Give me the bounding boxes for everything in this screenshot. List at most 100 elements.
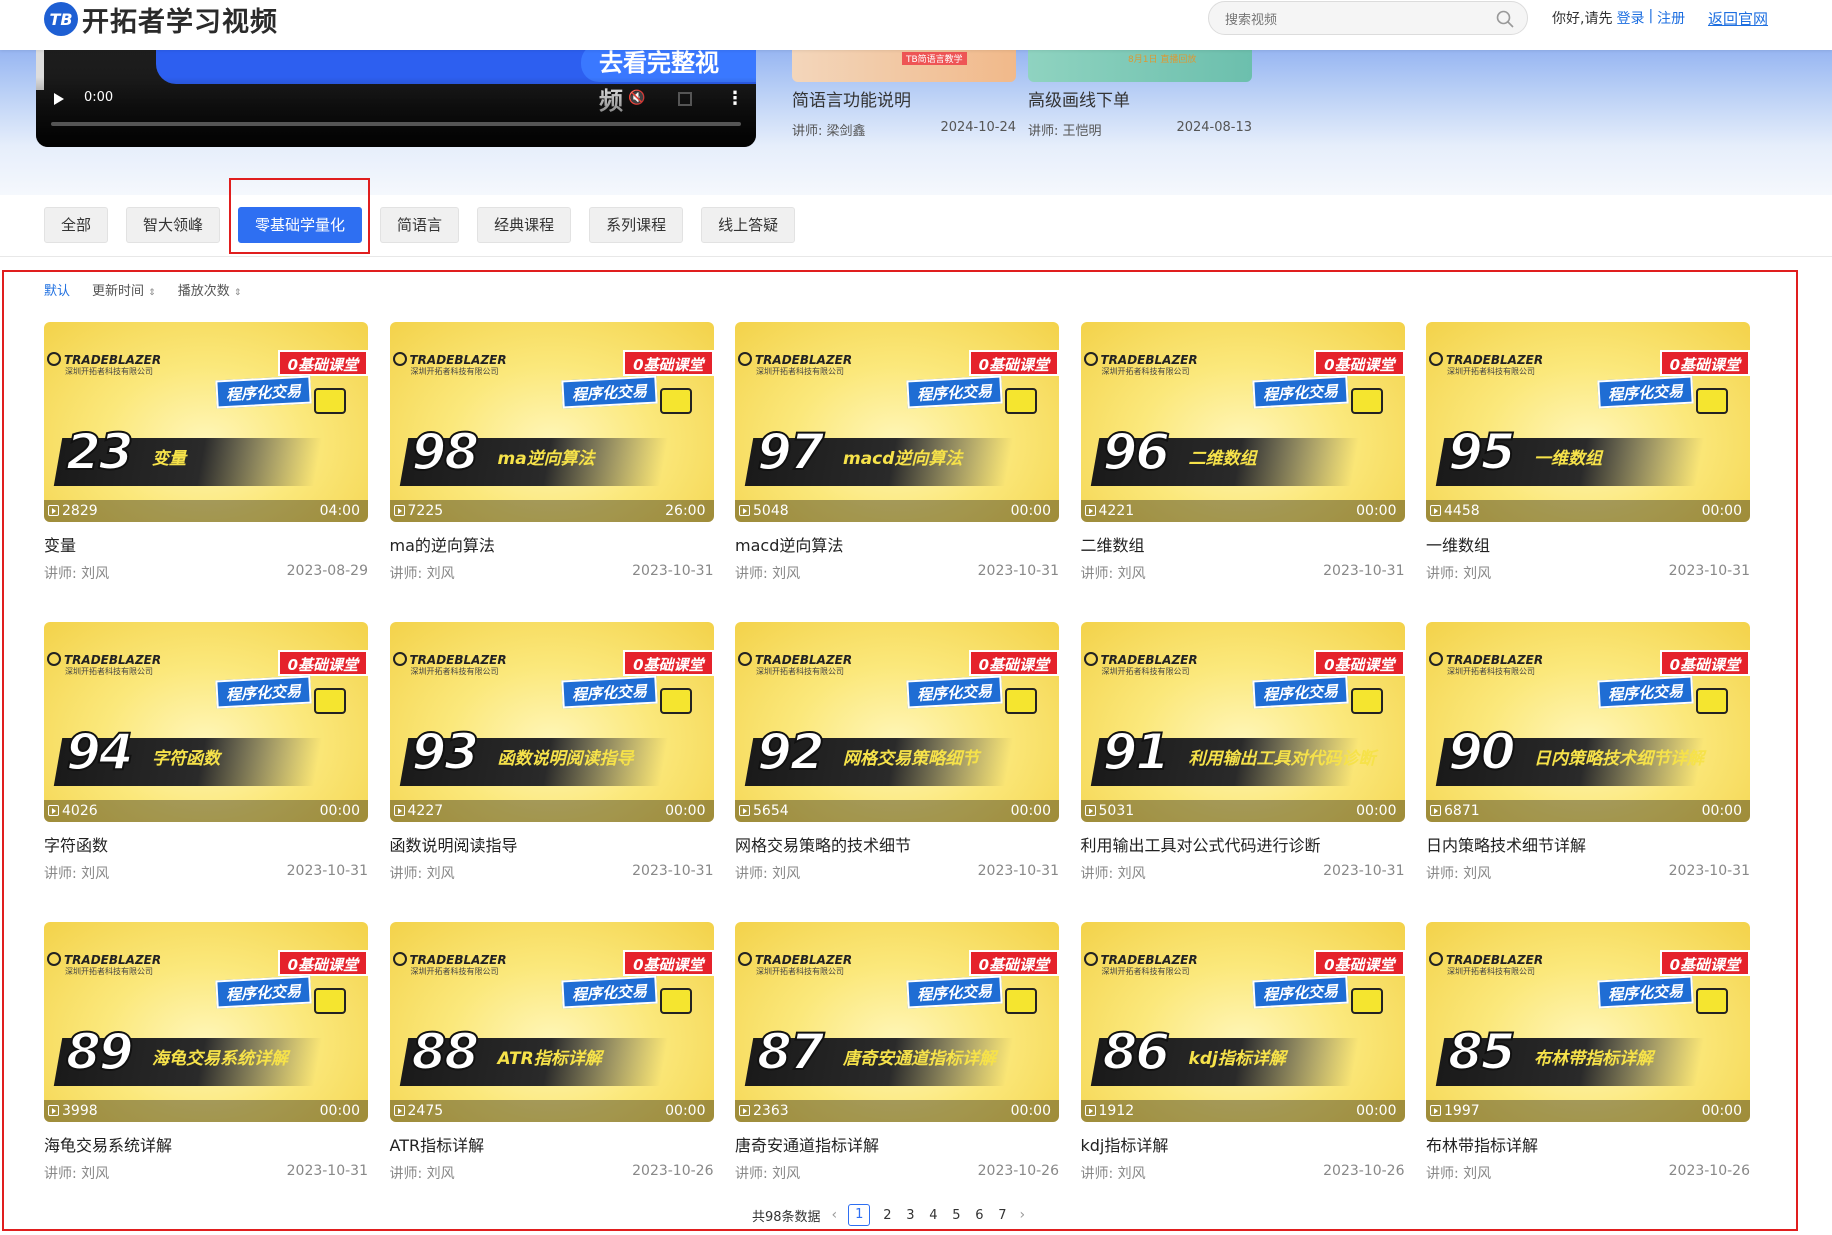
video-title[interactable]: 网格交易策略的技术细节 <box>735 832 911 856</box>
video-title[interactable]: 布林带指标详解 <box>1426 1132 1538 1156</box>
video-thumbnail[interactable]: TRADEBLAZER 深圳开拓者科技有限公司 0基础课堂 程序化交易 88 ATR指标详… <box>389 922 714 1122</box>
fullscreen-icon[interactable] <box>678 92 692 106</box>
tab-series-courses[interactable]: 系列课程 <box>589 207 684 243</box>
video-thumbnail[interactable]: TRADEBLAZER 深圳开拓者科技有限公司 0基础课堂 程序化交易 86 kdj指标详… <box>1080 922 1405 1122</box>
program-trading-badge: 程序化交易 <box>1597 975 1694 1009</box>
program-trading-badge: 程序化交易 <box>1251 975 1349 1009</box>
video-title[interactable]: ma的逆向算法 <box>390 532 495 556</box>
video-card[interactable]: TRADEBLAZER 深圳开拓者科技有限公司 0基础课堂 程序化交易 96 二维数组 42… <box>1080 322 1405 592</box>
video-duration: 00:00 <box>1356 1103 1397 1119</box>
page-button[interactable]: 3 <box>904 1208 916 1223</box>
thumbnail-footer: 7225 26:00 <box>389 500 714 522</box>
mute-icon[interactable]: 🔇 <box>628 90 646 108</box>
video-title[interactable]: 唐奇安通道指标详解 <box>735 1132 879 1156</box>
brand-subtitle: 深圳开拓者科技有限公司 <box>1447 667 1535 676</box>
program-trading-badge: 程序化交易 <box>215 975 312 1009</box>
video-title[interactable]: kdj指标详解 <box>1081 1132 1169 1156</box>
page-button[interactable]: 4 <box>927 1208 939 1223</box>
video-card[interactable]: TRADEBLAZER 深圳开拓者科技有限公司 0基础课堂 程序化交易 94 字符函数 40… <box>44 622 368 892</box>
video-thumbnail[interactable]: TRADEBLAZER 深圳开拓者科技有限公司 0基础课堂 程序化交易 87 唐奇安通道指… <box>735 922 1059 1122</box>
next-page-button[interactable]: › <box>1019 1207 1025 1223</box>
video-card[interactable]: TRADEBLAZER 深圳开拓者科技有限公司 0基础课堂 程序化交易 85 布林带指标详… <box>1426 922 1750 1192</box>
video-card[interactable]: TRADEBLAZER 深圳开拓者科技有限公司 0基础课堂 程序化交易 98 ma逆向算法… <box>389 322 714 592</box>
recent-video-thumbnail[interactable]: 8月1日 直播回放 <box>1028 48 1252 82</box>
video-thumbnail[interactable]: TRADEBLAZER 深圳开拓者科技有限公司 0基础课堂 程序化交易 95 一维数组 44… <box>1426 322 1750 522</box>
user-greeting: 你好,请先 登录 | 注册 <box>1552 8 1685 28</box>
back-to-site-link[interactable]: 返回官网 <box>1708 8 1768 29</box>
more-options-icon[interactable]: ⋮ <box>726 88 744 109</box>
play-count: 5654 <box>753 803 789 819</box>
page-button[interactable]: 7 <box>996 1208 1008 1223</box>
play-count-icon <box>1430 505 1441 516</box>
video-thumbnail[interactable]: TRADEBLAZER 深圳开拓者科技有限公司 0基础课堂 程序化交易 96 二维数组 42… <box>1080 322 1405 522</box>
brand-icon <box>1429 352 1443 366</box>
video-card[interactable]: TRADEBLAZER 深圳开拓者科技有限公司 0基础课堂 程序化交易 86 kdj指标详… <box>1080 922 1405 1192</box>
register-link[interactable]: 注册 <box>1657 8 1685 28</box>
search-icon[interactable] <box>1495 9 1515 29</box>
video-card[interactable]: TRADEBLAZER 深圳开拓者科技有限公司 0基础课堂 程序化交易 87 唐奇安通道指… <box>735 922 1059 1192</box>
video-thumbnail[interactable]: TRADEBLAZER 深圳开拓者科技有限公司 0基础课堂 程序化交易 23 变量 2829… <box>44 322 368 522</box>
lesson-number: 23 <box>65 422 135 482</box>
tab-classic-courses[interactable]: 经典课程 <box>477 207 572 243</box>
video-card[interactable]: TRADEBLAZER 深圳开拓者科技有限公司 0基础课堂 程序化交易 91 利用输出工具… <box>1080 622 1405 892</box>
video-card[interactable]: TRADEBLAZER 深圳开拓者科技有限公司 0基础课堂 程序化交易 89 海龟交易系统… <box>44 922 368 1192</box>
sort-updated-time[interactable]: 更新时间 ⇕ <box>92 280 156 299</box>
video-thumbnail[interactable]: TRADEBLAZER 深圳开拓者科技有限公司 0基础课堂 程序化交易 97 macd逆向… <box>735 322 1059 522</box>
zero-basis-badge: 0基础课堂 <box>1659 350 1750 376</box>
video-title[interactable]: 字符函数 <box>44 832 108 856</box>
video-card[interactable]: TRADEBLAZER 深圳开拓者科技有限公司 0基础课堂 程序化交易 90 日内策略技术… <box>1426 622 1750 892</box>
video-title[interactable]: 变量 <box>44 532 76 556</box>
page-button[interactable]: 6 <box>973 1208 985 1223</box>
video-card[interactable]: TRADEBLAZER 深圳开拓者科技有限公司 0基础课堂 程序化交易 95 一维数组 44… <box>1426 322 1750 592</box>
progress-track[interactable] <box>51 122 741 126</box>
sort-play-count[interactable]: 播放次数 ⇕ <box>178 280 242 299</box>
video-card[interactable]: TRADEBLAZER 深圳开拓者科技有限公司 0基础课堂 程序化交易 88 ATR指标详… <box>389 922 714 1192</box>
video-thumbnail[interactable]: TRADEBLAZER 深圳开拓者科技有限公司 0基础课堂 程序化交易 93 函数说明阅读… <box>389 622 714 822</box>
video-thumbnail[interactable]: TRADEBLAZER 深圳开拓者科技有限公司 0基础课堂 程序化交易 85 布林带指标详… <box>1426 922 1750 1122</box>
lesson-label: 网格交易策略细节 <box>843 749 979 769</box>
video-title[interactable]: 日内策略技术细节详解 <box>1426 832 1586 856</box>
video-thumbnail[interactable]: TRADEBLAZER 深圳开拓者科技有限公司 0基础课堂 程序化交易 91 利用输出工具… <box>1080 622 1405 822</box>
video-title[interactable]: 二维数组 <box>1081 532 1145 556</box>
tab-all[interactable]: 全部 <box>44 207 109 243</box>
video-title[interactable]: 函数说明阅读指导 <box>390 832 518 856</box>
page-button[interactable]: 1 <box>848 1204 871 1226</box>
video-card[interactable]: TRADEBLAZER 深圳开拓者科技有限公司 0基础课堂 程序化交易 93 函数说明阅读… <box>389 622 714 892</box>
tab-zero-basis-quant[interactable]: 零基础学量化 <box>238 207 363 243</box>
video-thumbnail[interactable]: TRADEBLAZER 深圳开拓者科技有限公司 0基础课堂 程序化交易 89 海龟交易系统… <box>44 922 368 1122</box>
video-card[interactable]: TRADEBLAZER 深圳开拓者科技有限公司 0基础课堂 程序化交易 97 macd逆向… <box>735 322 1059 592</box>
login-link[interactable]: 登录 <box>1616 8 1644 28</box>
video-thumbnail[interactable]: TRADEBLAZER 深圳开拓者科技有限公司 0基础课堂 程序化交易 94 字符函数 40… <box>44 622 368 822</box>
video-thumbnail[interactable]: TRADEBLAZER 深圳开拓者科技有限公司 0基础课堂 程序化交易 98 ma逆向算法… <box>389 322 714 522</box>
chat-bubble-icon <box>1350 688 1383 714</box>
video-card[interactable]: TRADEBLAZER 深圳开拓者科技有限公司 0基础课堂 程序化交易 23 变量 2829… <box>44 322 368 592</box>
page-button[interactable]: 2 <box>881 1208 893 1223</box>
video-title[interactable]: 海龟交易系统详解 <box>44 1132 172 1156</box>
tab-jianyuyan[interactable]: 简语言 <box>380 207 460 243</box>
video-teacher: 讲师: 刘风 <box>389 566 455 582</box>
thumbnail-footer: 3998 00:00 <box>44 1100 368 1122</box>
sort-default[interactable]: 默认 <box>44 280 70 299</box>
prev-page-button[interactable]: ‹ <box>832 1207 838 1223</box>
page-button[interactable]: 5 <box>950 1208 962 1223</box>
recent-video-title[interactable]: 高级画线下单 <box>1028 86 1130 111</box>
video-card[interactable]: TRADEBLAZER 深圳开拓者科技有限公司 0基础课堂 程序化交易 92 网格交易策略… <box>735 622 1059 892</box>
logo-icon: TB <box>44 2 78 36</box>
thumbnail-footer: 4458 00:00 <box>1426 500 1750 522</box>
video-thumbnail[interactable]: TRADEBLAZER 深圳开拓者科技有限公司 0基础课堂 程序化交易 90 日内策略技术… <box>1426 622 1750 822</box>
recent-video-thumbnail[interactable]: TB简语言教学 <box>792 48 1016 82</box>
play-icon[interactable] <box>54 93 64 105</box>
recent-video-title[interactable]: 简语言功能说明 <box>792 86 911 111</box>
brand-subtitle: 深圳开拓者科技有限公司 <box>756 367 844 376</box>
video-title[interactable]: macd逆向算法 <box>735 532 843 556</box>
video-thumbnail[interactable]: TRADEBLAZER 深圳开拓者科技有限公司 0基础课堂 程序化交易 92 网格交易策略… <box>735 622 1059 822</box>
site-title: 开拓者学习视频 <box>82 6 278 38</box>
site-logo[interactable]: TB 开拓者学习视频 <box>44 2 278 38</box>
tab-online-qa[interactable]: 线上答疑 <box>701 207 796 243</box>
search-input[interactable] <box>1225 8 1485 30</box>
video-title[interactable]: ATR指标详解 <box>390 1132 485 1156</box>
program-trading-badge: 程序化交易 <box>1597 675 1694 709</box>
video-title[interactable]: 利用输出工具对公式代码进行诊断 <box>1081 832 1321 856</box>
video-title[interactable]: 一维数组 <box>1426 532 1490 556</box>
tab-zhidalingfeng[interactable]: 智大领峰 <box>126 207 221 243</box>
